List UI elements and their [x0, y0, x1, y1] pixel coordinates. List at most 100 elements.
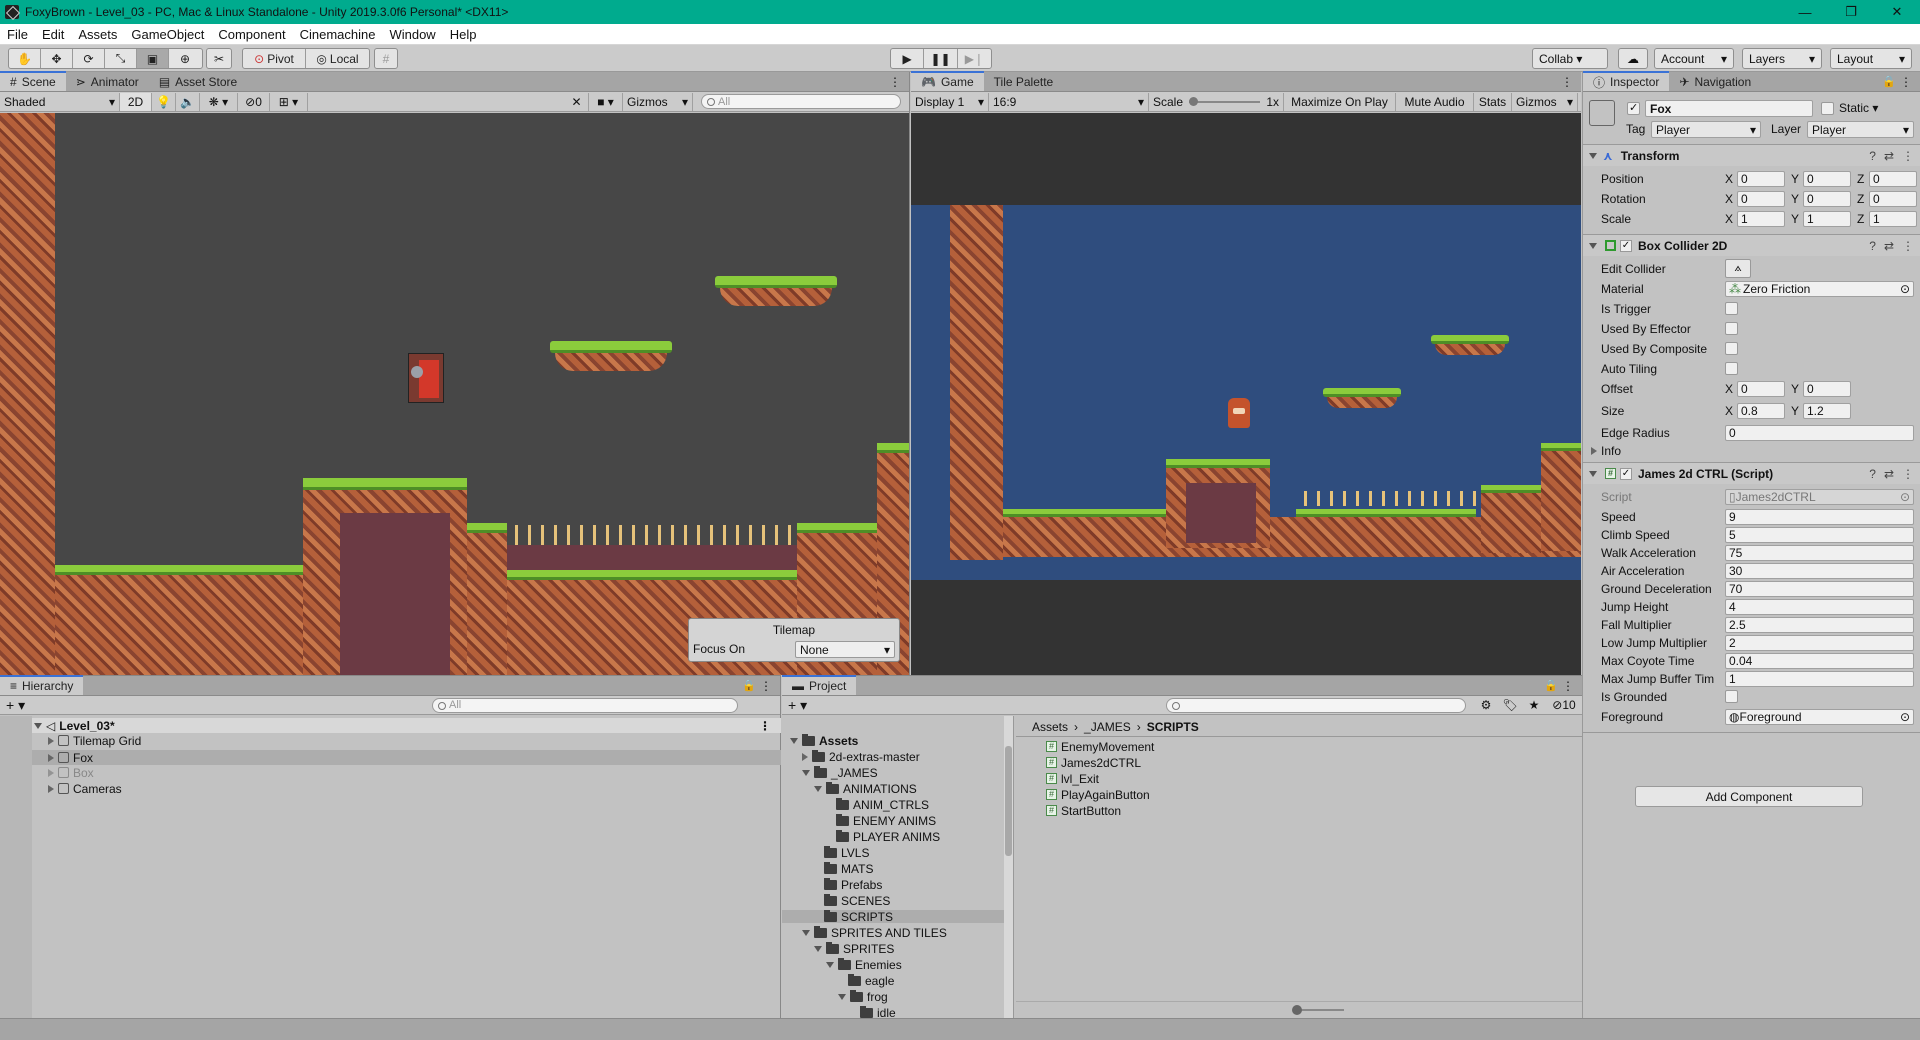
hand-tool-icon[interactable]: ✋ [9, 49, 41, 68]
edit-collider-button[interactable]: ⟑ [1725, 259, 1751, 278]
collapse-arrow-icon[interactable] [1589, 470, 1597, 477]
scale-tool-icon[interactable]: ⤡ [105, 49, 137, 68]
hierarchy-item-cameras[interactable]: Cameras [48, 782, 781, 796]
file-item-startbutton[interactable]: # StartButton [1046, 804, 1121, 818]
mode-2d-toggle[interactable]: 2D [120, 92, 152, 111]
menu-cinemachine[interactable]: Cinemachine [293, 27, 383, 42]
favorite-star-icon[interactable]: ★ [1522, 698, 1546, 712]
collapse-arrow-icon[interactable] [1589, 242, 1597, 249]
maximize-button[interactable]: ❐ [1828, 0, 1874, 24]
layer-dropdown[interactable]: Player ▾ [1807, 121, 1914, 138]
collab-button[interactable]: Collab ▾ [1532, 48, 1608, 69]
expand-arrow-icon[interactable] [48, 784, 54, 793]
menu-edit[interactable]: Edit [35, 27, 71, 42]
tab-navigation[interactable]: ✈ Navigation [1669, 72, 1761, 91]
scale-thumb[interactable] [1189, 96, 1199, 106]
scale-y-field[interactable]: 1 [1803, 210, 1851, 227]
preset-icon[interactable]: ⇄ [1884, 239, 1894, 253]
script-field-input[interactable]: 4 [1725, 598, 1914, 615]
component-menu-icon[interactable]: ⋮ [1902, 239, 1914, 253]
cloud-icon[interactable]: ☁ [1618, 48, 1648, 69]
expand-arrow-icon[interactable] [802, 752, 808, 761]
position-z-field[interactable]: 0 [1869, 170, 1917, 187]
script-field-input[interactable]: 2.5 [1725, 616, 1914, 633]
info-foldout[interactable]: Info [1591, 442, 1914, 459]
expand-arrow-icon[interactable] [814, 785, 822, 792]
tab-scene[interactable]: # Scene [0, 71, 66, 91]
mute-audio-toggle[interactable]: Mute Audio [1396, 92, 1474, 111]
tab-game[interactable]: 🎮 Game [911, 71, 984, 91]
offset-x-field[interactable]: 0 [1737, 380, 1785, 397]
tree-scrollbar[interactable] [1004, 716, 1013, 1019]
project-search-input[interactable] [1166, 697, 1466, 713]
scale-x-field[interactable]: 1 [1737, 210, 1785, 227]
hierarchy-item-fox[interactable]: Fox [32, 750, 781, 765]
project-tree-item[interactable]: ANIMATIONS [782, 781, 1004, 796]
display-dropdown[interactable]: Display 1 ▾ [911, 92, 989, 111]
audio-icon[interactable]: 🔈 [176, 92, 200, 111]
expand-arrow-icon[interactable] [826, 961, 834, 968]
static-dropdown[interactable]: Static ▾ [1839, 101, 1878, 115]
foreground-field[interactable]: ◍ Foreground ⊙ [1725, 708, 1914, 725]
component-menu-icon[interactable]: ⋮ [1902, 467, 1914, 481]
expand-arrow-icon[interactable] [802, 929, 810, 936]
tab-inspector[interactable]: ⓘ Inspector [1583, 71, 1670, 91]
icon-size-slider[interactable] [1292, 1005, 1344, 1015]
project-tree-item[interactable]: frog [782, 989, 1004, 1004]
project-tree-item[interactable]: SCRIPTS [782, 909, 1004, 924]
transform-header[interactable]: ⋏ Transform ? ⇄ ⋮ [1583, 144, 1920, 166]
script-enable-checkbox[interactable]: ✓ [1620, 467, 1632, 480]
preset-icon[interactable]: ⇄ [1884, 149, 1894, 163]
tab-project[interactable]: ▬ Project [782, 675, 857, 695]
project-tree-item[interactable]: PLAYER ANIMS [782, 829, 1004, 844]
project-tree-item[interactable]: Enemies [782, 957, 1004, 972]
project-tree-item[interactable]: ENEMY ANIMS [782, 813, 1004, 828]
scene-viewport[interactable]: Tilemap Focus On None ▾ [0, 113, 909, 675]
panel-menu-icon[interactable]: ⋮ [1562, 679, 1574, 693]
grid-icon[interactable]: ⊞ ▾ [270, 92, 308, 111]
offset-y-field[interactable]: 0 [1803, 380, 1851, 397]
expand-arrow-icon[interactable] [814, 945, 822, 952]
gizmos-dropdown[interactable]: Gizmos ▾ [623, 92, 693, 111]
active-checkbox[interactable]: ✓ [1627, 102, 1640, 115]
menu-assets[interactable]: Assets [71, 27, 124, 42]
menu-file[interactable]: File [0, 27, 35, 42]
file-item-james2dctrl[interactable]: # James2dCTRL [1046, 756, 1141, 770]
file-item-lvl-exit[interactable]: # lvl_Exit [1046, 772, 1099, 786]
menu-window[interactable]: Window [382, 27, 442, 42]
script-field-input[interactable]: 5 [1725, 526, 1914, 543]
stats-toggle[interactable]: Stats [1474, 92, 1512, 111]
rotate-tool-icon[interactable]: ⟳ [73, 49, 105, 68]
hierarchy-item-tilemap-grid[interactable]: Tilemap Grid [48, 734, 781, 748]
position-y-field[interactable]: 0 [1803, 170, 1851, 187]
project-tree-item[interactable]: SPRITES [782, 941, 1004, 956]
move-tool-icon[interactable]: ✥ [41, 49, 73, 68]
used-by-effector-checkbox[interactable] [1725, 322, 1738, 335]
script-field-input[interactable]: 70 [1725, 580, 1914, 597]
menu-gameobject[interactable]: GameObject [124, 27, 211, 42]
box-collider-header[interactable]: ✓ Box Collider 2D ? ⇄ ⋮ [1583, 234, 1920, 256]
rotation-x-field[interactable]: 0 [1737, 190, 1785, 207]
camera-icon[interactable]: ■ ▾ [589, 92, 623, 111]
object-name-field[interactable]: Fox [1645, 100, 1813, 117]
tag-dropdown[interactable]: Player ▾ [1651, 121, 1761, 138]
object-picker-icon[interactable]: ⊙ [1900, 710, 1910, 724]
hierarchy-search-input[interactable]: All [432, 697, 738, 713]
tab-asset-store[interactable]: ▤ Asset Store [149, 72, 247, 91]
component-menu-icon[interactable]: ⋮ [1902, 149, 1914, 163]
lock-icon[interactable]: 🔒 [1882, 75, 1896, 88]
lighting-icon[interactable]: 💡 [152, 92, 176, 111]
script-field-input[interactable]: 9 [1725, 508, 1914, 525]
size-y-field[interactable]: 1.2 [1803, 402, 1851, 419]
tree-scrollbar-thumb[interactable] [1005, 746, 1012, 856]
tools-icon[interactable]: ✕ [565, 92, 589, 111]
scene-menu-icon[interactable]: ⋮ [759, 719, 771, 733]
auto-tiling-checkbox[interactable] [1725, 362, 1738, 375]
is-trigger-checkbox[interactable] [1725, 302, 1738, 315]
pivot-button[interactable]: ⊙ Pivot [243, 49, 307, 68]
step-icon[interactable]: ▶❘ [958, 49, 991, 68]
help-icon[interactable]: ? [1869, 467, 1876, 481]
size-x-field[interactable]: 0.8 [1737, 402, 1785, 419]
project-tree-item[interactable]: ANIM_CTRLS [782, 797, 1004, 812]
panel-menu-icon[interactable]: ⋮ [1561, 75, 1573, 89]
